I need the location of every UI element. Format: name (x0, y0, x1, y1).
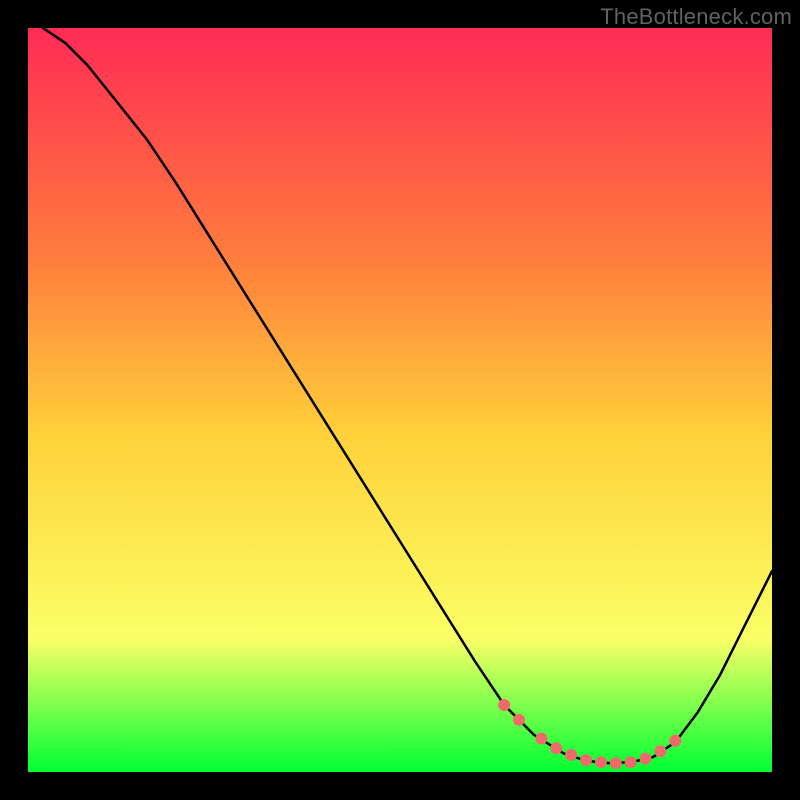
highlight-dot (550, 742, 562, 754)
watermark-text: TheBottleneck.com (600, 4, 792, 30)
highlight-dot (498, 699, 510, 711)
highlight-dot (640, 753, 652, 765)
chart-svg (28, 28, 772, 772)
highlight-dot (535, 733, 547, 745)
gradient-bg (28, 28, 772, 772)
highlight-dot (580, 754, 592, 766)
highlight-dot (610, 757, 622, 769)
highlight-dot (654, 745, 666, 757)
highlight-dot (625, 756, 637, 768)
chart-frame: TheBottleneck.com (0, 0, 800, 800)
highlight-dot (513, 714, 525, 726)
highlight-dot (669, 735, 681, 747)
highlight-dot (595, 756, 607, 768)
plot-area (28, 28, 772, 772)
highlight-dot (565, 749, 577, 761)
